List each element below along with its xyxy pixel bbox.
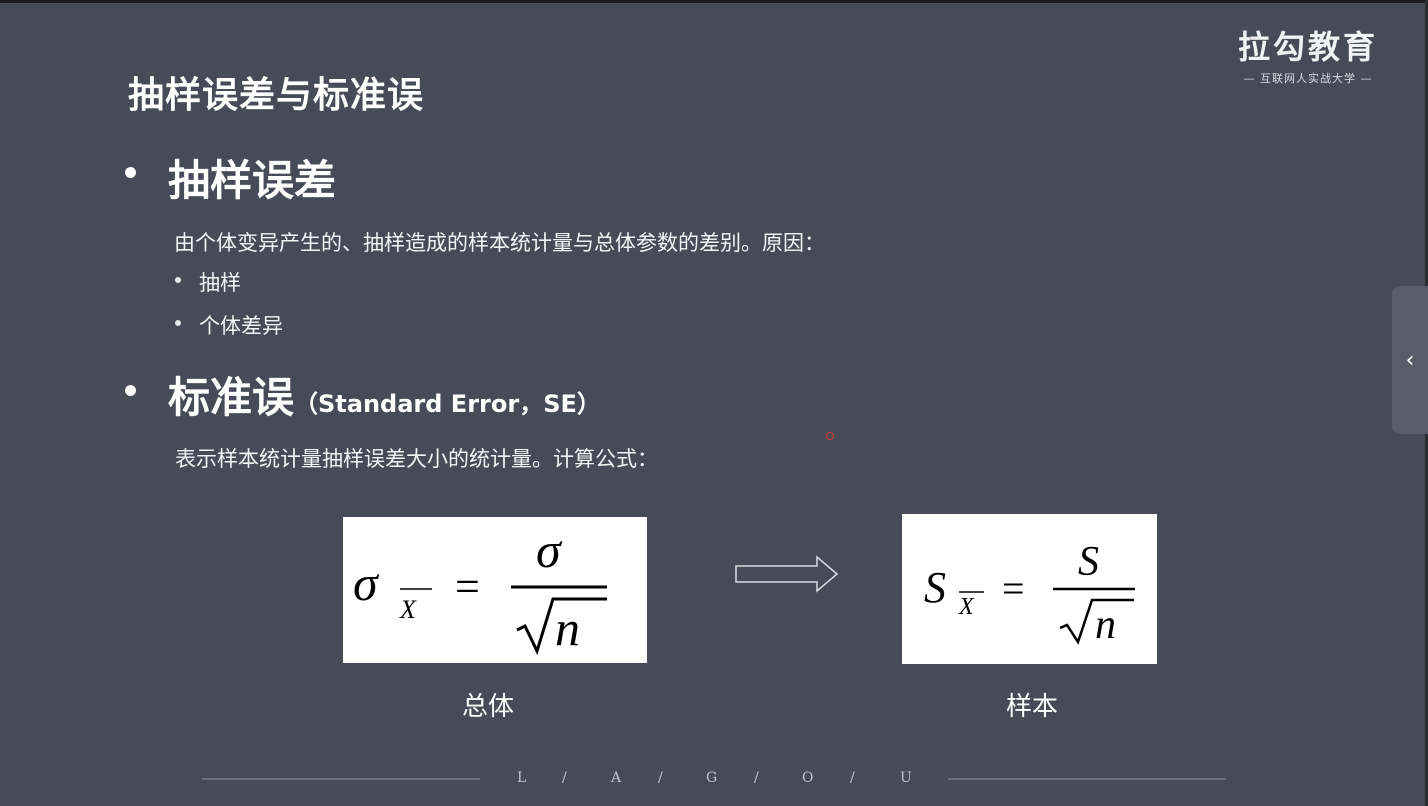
standard-error-description: 表示样本统计量抽样误差大小的统计量。计算公式： — [175, 447, 658, 471]
list-item-individual-difference: 个体差异 — [199, 314, 283, 338]
population-formula: σ X = σ n — [343, 517, 647, 663]
right-arrow-icon — [735, 555, 841, 597]
standard-error-heading-text: 标准误 — [168, 373, 295, 422]
logo-text: 拉勾教育 — [1237, 28, 1378, 66]
footer-divider-right — [948, 778, 1226, 780]
sampling-error-description: 由个体变异产生的、抽样造成的样本统计量与总体参数的差别。原因： — [174, 231, 825, 255]
footer-divider-left — [202, 778, 480, 780]
formula-subscript-x: X — [399, 595, 417, 624]
section-heading-standard-error: 标准误（Standard Error，SE） — [168, 364, 601, 425]
footer-letter: G — [706, 770, 718, 786]
footer-letter: / — [850, 770, 855, 786]
formula-equals: = — [455, 562, 480, 611]
brand-logo: 拉勾教育 — 互联网人实战大学 — — [1236, 28, 1380, 86]
section-heading-sampling-error: 抽样误差 — [168, 156, 337, 205]
formula-n-radicand: n — [1095, 602, 1116, 648]
footer-letter: / — [562, 770, 567, 786]
formula-s-numerator: S — [1078, 539, 1099, 585]
window-top-edge — [0, 0, 1428, 3]
bullet-dot — [125, 385, 136, 396]
footer-letter: A — [611, 770, 622, 786]
pointer-dot — [826, 432, 834, 440]
sample-formula: S X = S n — [902, 514, 1157, 664]
sub-bullet-dot — [175, 277, 181, 283]
footer-letter: / — [658, 770, 663, 786]
side-panel-toggle[interactable]: ‹ — [1392, 286, 1428, 434]
formula-n-radicand: n — [555, 600, 580, 656]
sample-caption: 样本 — [1006, 692, 1059, 722]
standard-error-heading-paren: （Standard Error，SE） — [294, 390, 601, 418]
logo-tagline: — 互联网人实战大学 — — [1243, 72, 1373, 85]
chevron-left-icon: ‹ — [1405, 347, 1415, 373]
footer-letter: O — [802, 770, 814, 786]
formula-subscript-x: X — [958, 594, 975, 620]
footer-letter: / — [754, 770, 759, 786]
bullet-dot — [125, 167, 136, 178]
footer-letter: L — [517, 770, 527, 786]
population-caption: 总体 — [462, 692, 515, 722]
formula-sigma-lhs: σ — [353, 555, 380, 611]
formula-s-lhs: S — [924, 563, 946, 612]
list-item-sampling: 抽样 — [199, 271, 241, 295]
sample-formula-graphic: S X = S n — [924, 539, 1135, 648]
formula-equals: = — [1002, 566, 1025, 611]
slide: 抽样误差与标准误 拉勾教育 — 互联网人实战大学 — 抽样误差 由个体变异产生的… — [0, 0, 1428, 806]
sub-bullet-dot — [175, 320, 181, 326]
formula-sigma-numerator: σ — [536, 522, 563, 578]
population-formula-graphic: σ X = σ n — [353, 522, 607, 656]
slide-title: 抽样误差与标准误 — [128, 75, 425, 116]
footer-letter: U — [900, 770, 912, 786]
